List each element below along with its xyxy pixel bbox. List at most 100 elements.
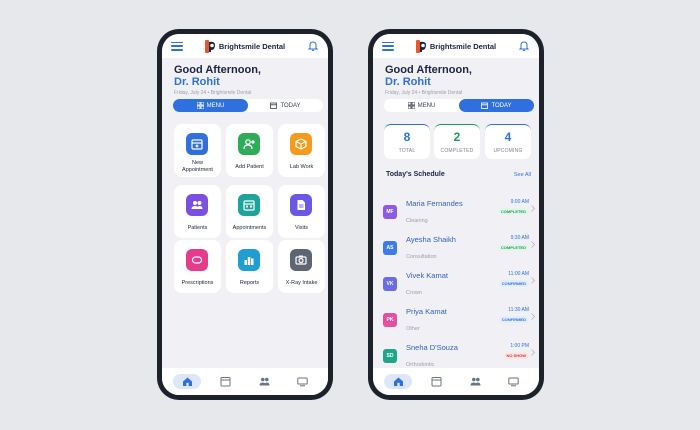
add-patient-icon [238, 133, 260, 155]
chevron-right-icon [531, 313, 535, 320]
tab-menu[interactable]: MENU [173, 99, 248, 112]
nav-patients[interactable] [461, 374, 489, 389]
screen: Brightsmile Dental Good Afternoon, Dr. R… [373, 34, 539, 395]
stat-value: 2 [453, 130, 461, 144]
tile-label: Reports [239, 280, 260, 286]
calendar-plus-icon [186, 133, 208, 155]
appointment-row[interactable]: PK Priya Kamat Other 11:30 AM CONFIRMED [383, 307, 535, 335]
avatar: PK [383, 313, 397, 327]
bottom-nav [373, 368, 539, 395]
screen: Brightsmile Dental Good Afternoon, Dr. R… [162, 34, 328, 395]
hamburger-menu-icon[interactable] [171, 41, 183, 51]
tooth-logo-icon [415, 39, 426, 53]
bottom-nav [162, 368, 328, 395]
stat-total[interactable]: 8 TOTAL [384, 124, 430, 159]
tile-appointments[interactable]: Appointments [226, 185, 273, 238]
tab-menu-label: MENU [206, 102, 225, 109]
brand: Brightsmile Dental [183, 39, 307, 53]
appointment-time: 11:30 AM [508, 307, 529, 313]
tile-label: Prescriptions [181, 280, 214, 286]
nav-calendar[interactable] [212, 374, 240, 389]
appointment-row[interactable]: AS Ayesha Shaikh Consultation 9:30 AM CO… [383, 235, 535, 263]
stat-label: UPCOMING [493, 148, 523, 154]
brand-name: Brightsmile Dental [429, 41, 497, 51]
chevron-right-icon [531, 241, 535, 248]
top-bar: Brightsmile Dental [162, 34, 328, 58]
status-badge: COMPLETED [497, 208, 529, 215]
tile-prescriptions[interactable]: Prescriptions [174, 240, 221, 293]
tooth-logo-icon [204, 39, 215, 53]
tab-today[interactable]: TODAY [248, 99, 323, 112]
nav-patients[interactable] [250, 374, 278, 389]
avatar: MF [383, 205, 397, 219]
bell-icon[interactable] [307, 40, 319, 52]
hamburger-menu-icon[interactable] [382, 41, 394, 51]
tile-label: Patients [187, 225, 208, 231]
stat-label: COMPLETED [440, 148, 474, 154]
tab-menu-label: MENU [417, 102, 436, 109]
calendar-icon [431, 377, 442, 387]
appointment-row[interactable]: MF Maria Fernandes Cleaning 9:00 AM COMP… [383, 199, 535, 227]
appointment-type: Crown [406, 290, 422, 296]
tile-label: Visits [294, 225, 309, 231]
see-all-link[interactable]: See All [514, 172, 531, 178]
appointment-row[interactable]: SD Sneha D'Souza Orthodontic 1:00 PM NO … [383, 343, 535, 371]
grid-icon [196, 102, 204, 109]
patient-name: Priya Kamat [406, 307, 447, 316]
monitor-icon [508, 377, 519, 387]
tile-patients[interactable]: Patients [174, 185, 221, 238]
phone-menu-view: Brightsmile Dental Good Afternoon, Dr. R… [157, 29, 333, 400]
calendar-icon [270, 102, 278, 109]
chevron-right-icon [531, 349, 535, 356]
tile-reports[interactable]: Reports [226, 240, 273, 293]
monitor-icon [297, 377, 308, 387]
tab-today[interactable]: TODAY [459, 99, 534, 112]
tile-new-appointment[interactable]: New Appointment [174, 124, 221, 177]
tab-today-label: TODAY [491, 102, 512, 109]
tile-label: Add Patient [235, 164, 264, 170]
brand-name: Brightsmile Dental [218, 41, 286, 51]
home-icon [393, 377, 403, 386]
stat-upcoming[interactable]: 4 UPCOMING [485, 124, 531, 159]
users-icon [259, 377, 270, 386]
appointment-time: 1:00 PM [510, 343, 529, 349]
patient-name: Ayesha Shaikh [406, 235, 456, 244]
bar-chart-icon [238, 249, 260, 271]
tab-menu[interactable]: MENU [384, 99, 459, 112]
grid-icon [407, 102, 415, 109]
tile-add-patient[interactable]: Add Patient [226, 124, 273, 177]
patient-name: Sneha D'Souza [406, 343, 458, 352]
chevron-right-icon [531, 205, 535, 212]
nav-calendar[interactable] [423, 374, 451, 389]
document-icon [290, 194, 312, 216]
appointment-time: 9:00 AM [510, 199, 529, 205]
stat-completed[interactable]: 2 COMPLETED [434, 124, 480, 159]
nav-display[interactable] [289, 374, 317, 389]
stat-value: 4 [504, 130, 512, 144]
tile-visits[interactable]: Visits [278, 185, 325, 238]
nav-home[interactable] [384, 374, 413, 389]
appointment-type: Consultation [406, 254, 437, 260]
users-icon [186, 194, 208, 216]
brand: Brightsmile Dental [394, 39, 518, 53]
date-subline: Friday, July 24 • Brightsmile Dental [385, 90, 463, 96]
tile-lab-work[interactable]: Lab Work [278, 124, 325, 177]
status-badge: CONFIRMED [498, 280, 529, 287]
tab-today-label: TODAY [280, 102, 301, 109]
nav-display[interactable] [500, 374, 528, 389]
doctor-name: Dr. Rohit [385, 76, 431, 88]
home-icon [182, 377, 192, 386]
tile-x-ray-intake[interactable]: X-Ray Intake [278, 240, 325, 293]
status-badge: CONFIRMED [498, 316, 529, 323]
nav-home[interactable] [173, 374, 202, 389]
tile-label: X-Ray Intake [285, 280, 318, 286]
phone-today-view: Brightsmile Dental Good Afternoon, Dr. R… [368, 29, 544, 400]
bell-icon[interactable] [518, 40, 530, 52]
appointment-row[interactable]: VK Vivek Kamat Crown 11:00 AM CONFIRMED [383, 271, 535, 299]
view-toggle: MENU TODAY [173, 99, 323, 112]
status-badge: COMPLETED [497, 244, 529, 251]
status-badge: NO SHOW [503, 352, 529, 359]
avatar: AS [383, 241, 397, 255]
users-icon [470, 377, 481, 386]
top-bar: Brightsmile Dental [373, 34, 539, 58]
